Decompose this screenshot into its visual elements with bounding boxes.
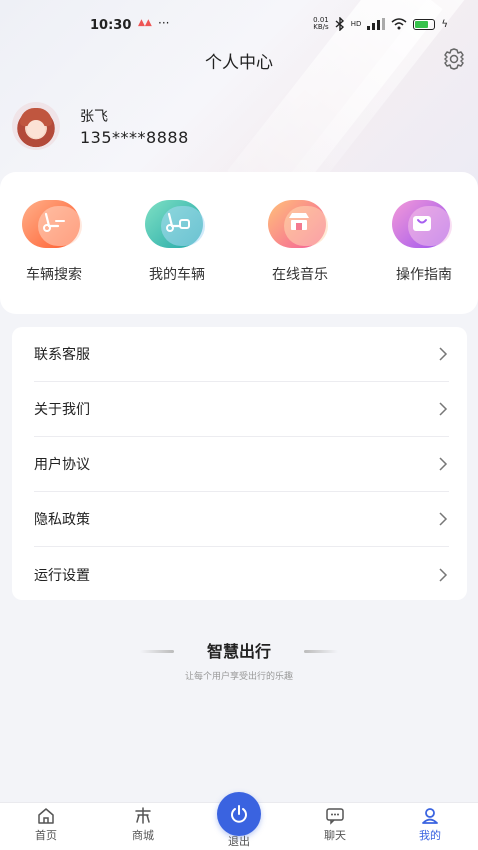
menu-item-about-us[interactable]: 关于我们: [34, 382, 449, 437]
quick-action-label: 操作指南: [396, 267, 452, 283]
menu-item-label: 联系客服: [34, 347, 90, 363]
menu-item-label: 关于我们: [34, 402, 90, 418]
scooter-glyph: [166, 212, 190, 232]
tab-mine[interactable]: 我的: [400, 807, 460, 843]
quick-action-label: 在线音乐: [272, 267, 328, 283]
status-dots: ···: [158, 16, 170, 30]
tab-label: 聊天: [324, 829, 346, 842]
quick-action-online-music[interactable]: 在线音乐: [250, 196, 350, 284]
store-icon: [250, 196, 350, 256]
brand-block: 智慧出行: [0, 638, 478, 662]
signal-label: HD: [350, 20, 362, 28]
gear-icon[interactable]: [441, 46, 467, 72]
chat-icon: [326, 808, 344, 825]
tab-shop[interactable]: 商城: [113, 807, 173, 843]
profile-header: 10:30 ▲▲ ··· 0.01 KB/s HD ϟ 个人中心 张飞 135*…: [0, 0, 478, 190]
shopping-bag-icon: [374, 196, 474, 256]
chevron-right-icon: [439, 512, 448, 526]
quick-action-label: 车辆搜索: [26, 267, 82, 283]
carrier-alert-icon: ▲▲: [138, 18, 152, 28]
logout-button[interactable]: [217, 792, 261, 836]
tab-home[interactable]: 首页: [16, 807, 76, 843]
logout-label: 退出: [228, 835, 250, 848]
tab-label: 商城: [132, 829, 154, 842]
status-time: 10:30: [90, 18, 132, 33]
charging-icon: ϟ: [441, 18, 448, 30]
page-title: 个人中心: [205, 53, 273, 73]
bag-glyph: [413, 216, 431, 231]
shop-icon: [135, 807, 151, 824]
network-speed-unit: KB/s: [313, 23, 329, 31]
scooter-glyph: [43, 212, 65, 232]
menu-item-user-agreement[interactable]: 用户协议: [34, 437, 449, 492]
brand-subtitle: 让每个用户享受出行的乐趣: [184, 672, 293, 682]
chevron-right-icon: [439, 457, 448, 471]
quick-action-vehicle-search[interactable]: 车辆搜索: [4, 196, 104, 284]
battery-icon: [413, 18, 436, 30]
home-icon: [38, 808, 54, 824]
scooter-icon: [127, 196, 227, 256]
menu-item-run-settings[interactable]: 运行设置: [34, 547, 449, 602]
network-speed: 0.01 KB/s: [313, 17, 329, 31]
quick-action-guide[interactable]: 操作指南: [374, 196, 474, 284]
chevron-right-icon: [439, 347, 448, 361]
menu-item-privacy-policy[interactable]: 隐私政策: [34, 492, 449, 547]
tab-label: 我的: [419, 829, 441, 842]
menu-item-contact-support[interactable]: 联系客服: [34, 327, 449, 382]
menu-item-label: 隐私政策: [34, 512, 90, 528]
cell-signal-icon: [367, 18, 386, 30]
wifi-icon: [391, 18, 407, 30]
user-icon: [422, 808, 438, 824]
user-phone: 135****8888: [80, 128, 189, 147]
quick-action-label: 我的车辆: [149, 267, 205, 283]
store-glyph: [289, 213, 309, 230]
quick-action-my-vehicle[interactable]: 我的车辆: [127, 196, 227, 284]
avatar-face: [27, 120, 45, 138]
scooter-search-icon: [4, 196, 104, 256]
quick-actions-card: 车辆搜索 我的车辆 在线音乐 操作指南: [0, 172, 478, 314]
menu-item-label: 用户协议: [34, 457, 90, 473]
status-indicators: 0.01 KB/s HD ϟ: [313, 17, 448, 31]
avatar[interactable]: [12, 102, 60, 150]
menu-item-label: 运行设置: [34, 567, 90, 584]
power-icon: [231, 805, 247, 823]
tab-label: 首页: [35, 829, 57, 842]
chevron-right-icon: [439, 402, 448, 416]
user-name: 张飞: [80, 109, 108, 125]
chevron-right-icon: [439, 567, 448, 582]
settings-menu: 联系客服 关于我们 用户协议 隐私政策 运行设置: [12, 327, 467, 600]
status-bar: 10:30 ▲▲ ··· 0.01 KB/s HD ϟ: [0, 14, 478, 38]
brand-title: 智慧出行: [206, 642, 271, 661]
bluetooth-icon: [335, 17, 344, 31]
tab-chat[interactable]: 聊天: [305, 807, 365, 843]
